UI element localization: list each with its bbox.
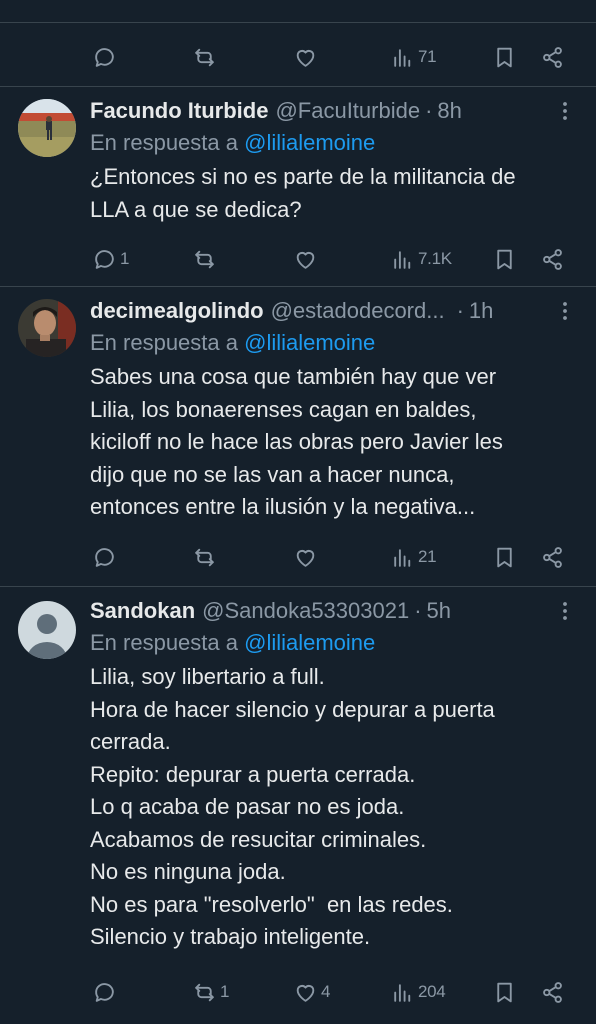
reply-context: En respuesta a @lilialemoine <box>90 627 580 659</box>
reply-prefix: En respuesta a <box>90 330 238 355</box>
reply-icon <box>95 249 114 269</box>
retweet-icon <box>195 548 214 566</box>
reply-count: 1 <box>120 249 130 268</box>
share-button[interactable] <box>540 972 565 1012</box>
timestamp[interactable]: 1h <box>469 298 493 324</box>
reply-handle-link[interactable]: @lilialemoine <box>244 130 375 155</box>
divider-top <box>0 22 596 23</box>
reply-prefix: En respuesta a <box>90 130 238 155</box>
retweet-icon <box>195 48 214 66</box>
retweet-button[interactable] <box>192 537 220 577</box>
reply-icon <box>95 982 114 1002</box>
share-icon <box>543 981 562 1003</box>
handle[interactable]: @Sandoka53303021 <box>202 598 409 624</box>
reply-icon <box>95 547 114 567</box>
tweet-actions: 1 7.1K <box>0 239 596 279</box>
tweet-actions-top: 71 <box>0 37 596 77</box>
bookmark-icon <box>497 982 512 1002</box>
more-options-button[interactable] <box>550 597 580 625</box>
reply-handle-link[interactable]: @lilialemoine <box>244 330 375 355</box>
like-button[interactable]: 4 <box>293 972 330 1012</box>
tweet-header: Sandokan @Sandoka53303021 · 5h <box>90 595 580 627</box>
share-icon <box>543 46 562 68</box>
reply-button[interactable] <box>92 972 120 1012</box>
more-options-button[interactable] <box>550 297 580 325</box>
tweet-header: Facundo Iturbide @FacuIturbide · 8h <box>90 95 580 127</box>
timestamp[interactable]: 5h <box>427 598 451 624</box>
timestamp[interactable]: 8h <box>437 98 461 124</box>
bookmark-button[interactable] <box>492 37 517 77</box>
tweet[interactable]: Facundo Iturbide @FacuIturbide · 8h En r… <box>0 87 596 285</box>
tweet[interactable]: Sandokan @Sandoka53303021 · 5h En respue… <box>0 587 596 1024</box>
reply-button[interactable]: 1 <box>92 239 129 279</box>
share-icon <box>543 248 562 270</box>
tweet-text: ¿Entonces si no es parte de la militanci… <box>90 164 516 222</box>
avatar[interactable] <box>18 99 76 157</box>
avatar[interactable] <box>18 299 76 357</box>
bookmark-icon <box>497 547 512 567</box>
more-dots-icon <box>563 102 567 120</box>
views-count: 71 <box>418 47 437 66</box>
tweet[interactable]: decimealgolindo @estadodecord... · 1h En… <box>0 287 596 585</box>
display-name[interactable]: Facundo Iturbide <box>90 98 268 124</box>
views-button[interactable]: 204 <box>390 972 446 1012</box>
heart-icon <box>296 549 315 567</box>
display-name[interactable]: Sandokan <box>90 598 195 624</box>
reply-context: En respuesta a @lilialemoine <box>90 327 580 359</box>
views-count: 204 <box>418 982 446 1001</box>
share-button[interactable] <box>540 37 565 77</box>
avatar[interactable] <box>18 601 76 659</box>
share-icon <box>543 546 562 568</box>
retweet-button[interactable] <box>192 37 217 77</box>
handle[interactable]: @FacuIturbide <box>275 98 420 124</box>
reply-context: En respuesta a @lilialemoine <box>90 127 580 159</box>
bookmark-button[interactable] <box>492 239 517 279</box>
tweet-text: Lilia, soy libertario a full. Hora de ha… <box>90 664 495 949</box>
reply-prefix: En respuesta a <box>90 630 238 655</box>
views-button[interactable]: 21 <box>390 537 437 577</box>
share-button[interactable] <box>540 537 565 577</box>
views-chart-icon <box>394 548 411 567</box>
views-button[interactable]: 7.1K <box>390 239 452 279</box>
bookmark-button[interactable] <box>492 537 517 577</box>
more-dots-icon <box>563 602 567 620</box>
reply-handle-link[interactable]: @lilialemoine <box>244 630 375 655</box>
like-count: 4 <box>321 982 331 1001</box>
bookmark-icon <box>497 249 512 269</box>
views-count: 7.1K <box>418 249 452 268</box>
retweet-icon <box>195 983 214 1001</box>
retweet-button[interactable] <box>192 239 220 279</box>
more-dots-icon <box>563 302 567 320</box>
tweet-header: decimealgolindo @estadodecord... · 1h <box>90 295 580 327</box>
separator-dot: · <box>425 98 433 123</box>
tweet-text: Sabes una cosa que también hay que ver L… <box>90 364 503 519</box>
reply-button[interactable] <box>92 37 117 77</box>
reply-button[interactable] <box>92 537 120 577</box>
like-button[interactable] <box>293 239 321 279</box>
views-chart-icon <box>394 48 411 67</box>
handle[interactable]: @estadodecord... <box>271 298 445 324</box>
views-button[interactable]: 71 <box>390 37 437 77</box>
views-count: 21 <box>418 547 437 566</box>
heart-icon <box>296 251 315 269</box>
views-chart-icon <box>394 250 411 269</box>
heart-icon <box>296 49 315 67</box>
more-options-button[interactable] <box>550 97 580 125</box>
tweet-actions: 1 4 204 <box>0 972 596 1012</box>
display-name[interactable]: decimealgolindo <box>90 298 264 324</box>
separator-dot: · <box>456 298 464 323</box>
separator-dot: · <box>414 598 422 623</box>
like-button[interactable] <box>293 37 318 77</box>
retweet-icon <box>195 250 214 268</box>
views-chart-icon <box>394 983 411 1002</box>
share-button[interactable] <box>540 239 565 279</box>
bookmark-icon <box>497 47 512 67</box>
reply-icon <box>95 47 114 67</box>
heart-icon <box>296 984 315 1002</box>
like-button[interactable] <box>293 537 321 577</box>
tweet-actions: 21 <box>0 537 596 577</box>
retweet-count: 1 <box>220 982 230 1001</box>
retweet-button[interactable]: 1 <box>192 972 229 1012</box>
bookmark-button[interactable] <box>492 972 517 1012</box>
